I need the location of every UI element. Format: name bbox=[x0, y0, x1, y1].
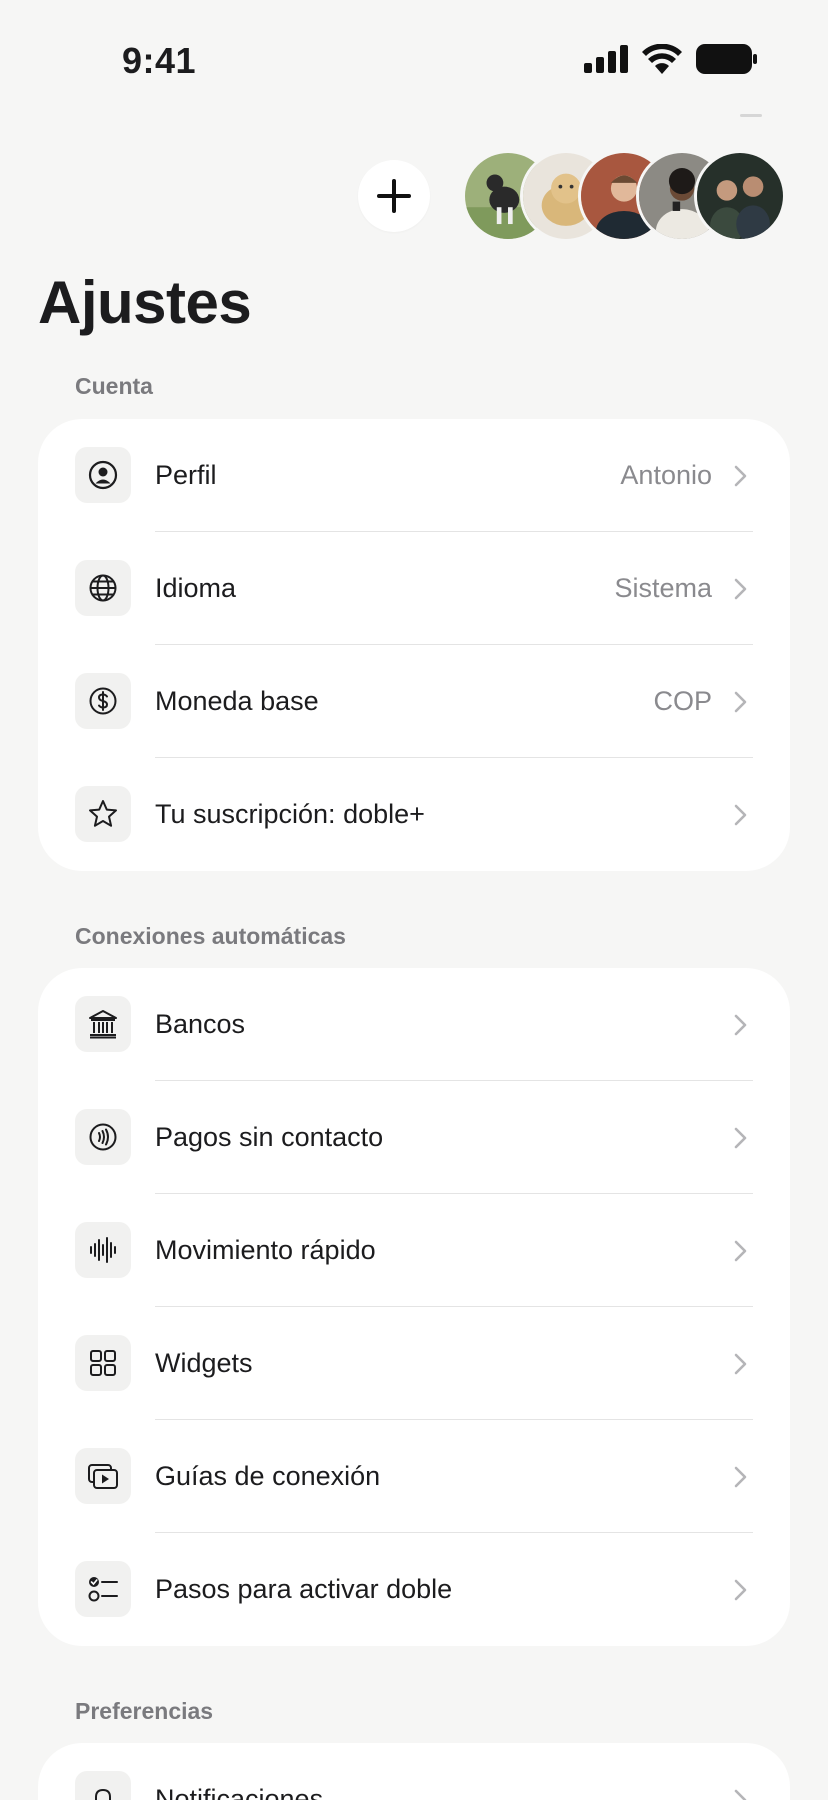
account-avatars[interactable] bbox=[462, 150, 790, 242]
chevron-right-icon bbox=[734, 1014, 747, 1036]
settings-row-label: Bancos bbox=[155, 1009, 246, 1039]
bell-icon bbox=[95, 1789, 111, 1800]
contactless-icon bbox=[89, 1123, 117, 1151]
add-account-button[interactable] bbox=[358, 160, 430, 232]
chevron-right-icon bbox=[734, 1579, 747, 1601]
icon-container bbox=[75, 447, 131, 503]
chevron-right-icon bbox=[734, 465, 747, 487]
icon-container bbox=[75, 1222, 131, 1278]
icon-container bbox=[75, 673, 131, 729]
settings-row-activation-steps[interactable]: Pasos para activar doble bbox=[38, 1533, 790, 1646]
settings-row-widgets[interactable]: Widgets bbox=[38, 1307, 790, 1420]
settings-row-language[interactable]: Idioma Sistema bbox=[38, 532, 790, 645]
grid-icon bbox=[90, 1350, 116, 1376]
scroll-indicator bbox=[740, 114, 762, 117]
settings-row-value: Sistema bbox=[614, 573, 712, 603]
person-circle-icon bbox=[88, 460, 118, 490]
settings-row-subscription[interactable]: Tu suscripción: doble+ bbox=[38, 758, 790, 871]
icon-container bbox=[75, 560, 131, 616]
icon-container bbox=[75, 996, 131, 1052]
settings-row-profile[interactable]: Perfil Antonio bbox=[38, 419, 790, 532]
settings-row-quick-movement[interactable]: Movimiento rápido bbox=[38, 1194, 790, 1307]
chevron-right-icon bbox=[734, 1466, 747, 1488]
preferences-card: Notificaciones bbox=[38, 1743, 790, 1800]
settings-row-notifications[interactable]: Notificaciones bbox=[38, 1743, 790, 1800]
chevron-right-icon bbox=[734, 691, 747, 713]
chevron-right-icon bbox=[734, 804, 747, 826]
dollar-circle-icon bbox=[89, 687, 117, 715]
checklist-icon bbox=[88, 1577, 118, 1602]
settings-row-label: Widgets bbox=[155, 1348, 253, 1378]
wifi-icon bbox=[642, 44, 682, 74]
settings-row-label: Notificaciones bbox=[155, 1784, 324, 1800]
settings-row-base-currency[interactable]: Moneda base COP bbox=[38, 645, 790, 758]
settings-row-contactless[interactable]: Pagos sin contacto bbox=[38, 1081, 790, 1194]
account-settings-card: Perfil Antonio Idioma Sistema Moneda bas… bbox=[38, 419, 790, 871]
video-guides-icon bbox=[88, 1464, 118, 1489]
chevron-right-icon bbox=[734, 578, 747, 600]
chevron-right-icon bbox=[734, 1240, 747, 1262]
plus-icon bbox=[377, 179, 411, 213]
cellular-signal-icon bbox=[584, 45, 628, 73]
status-icons bbox=[584, 44, 758, 74]
battery-icon bbox=[696, 44, 757, 74]
status-bar: 9:41 bbox=[0, 0, 828, 110]
bank-icon bbox=[89, 1010, 117, 1039]
settings-row-value: COP bbox=[653, 686, 712, 716]
settings-row-value: Antonio bbox=[620, 460, 712, 490]
settings-row-label: Guías de conexión bbox=[155, 1461, 381, 1491]
waveform-icon bbox=[90, 1237, 116, 1263]
settings-row-label: Movimiento rápido bbox=[155, 1235, 376, 1265]
globe-icon bbox=[89, 574, 117, 602]
automatic-connections-card: Bancos Pagos sin contacto Movimiento ráp… bbox=[38, 968, 790, 1646]
chevron-right-icon bbox=[734, 1353, 747, 1375]
settings-row-banks[interactable]: Bancos bbox=[38, 968, 790, 1081]
settings-row-label: Perfil bbox=[155, 460, 217, 490]
icon-container bbox=[75, 1448, 131, 1504]
settings-row-label: Moneda base bbox=[155, 686, 319, 716]
icon-container bbox=[75, 1561, 131, 1617]
settings-row-label: Tu suscripción: doble+ bbox=[155, 799, 425, 829]
icon-container bbox=[75, 1335, 131, 1391]
avatar[interactable] bbox=[694, 150, 786, 242]
status-time: 9:41 bbox=[122, 40, 197, 81]
settings-row-label: Pasos para activar doble bbox=[155, 1574, 453, 1604]
chevron-right-icon bbox=[734, 1789, 747, 1800]
page-title: Ajustes bbox=[38, 269, 252, 336]
section-label-cuenta: Cuenta bbox=[75, 373, 153, 399]
group-photo-avatar bbox=[697, 153, 783, 239]
icon-container bbox=[75, 1109, 131, 1165]
settings-row-label: Pagos sin contacto bbox=[155, 1122, 384, 1152]
star-icon bbox=[89, 800, 117, 827]
chevron-right-icon bbox=[734, 1127, 747, 1149]
section-label-conexiones: Conexiones automáticas bbox=[75, 923, 346, 949]
settings-row-label: Idioma bbox=[155, 573, 237, 603]
icon-container bbox=[75, 1771, 131, 1800]
settings-row-connection-guides[interactable]: Guías de conexión bbox=[38, 1420, 790, 1533]
icon-container bbox=[75, 786, 131, 842]
section-label-preferencias: Preferencias bbox=[75, 1698, 214, 1724]
